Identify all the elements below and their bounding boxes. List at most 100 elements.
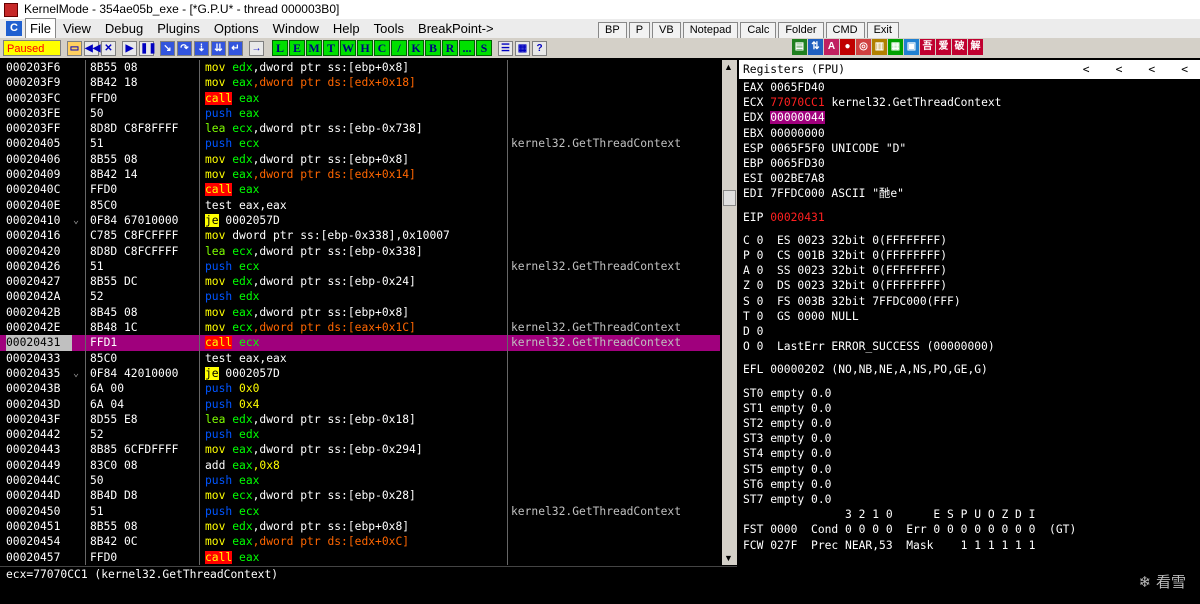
memory-window-button[interactable]: M [306, 40, 322, 56]
register-line[interactable]: O 0 LastErr ERROR_SUCCESS (00000000) [743, 339, 995, 354]
trace-into-icon[interactable]: ⇣ [194, 40, 209, 56]
open-icon[interactable]: ▭ [67, 40, 82, 56]
scroll-down-icon[interactable]: ▼ [724, 553, 733, 563]
register-line[interactable]: ST7 empty 0.0 [743, 492, 831, 507]
menu-tools[interactable]: Tools [367, 19, 411, 38]
handles-window-button[interactable]: H [357, 40, 373, 56]
register-line[interactable]: EBP 0065FD30 [743, 156, 825, 171]
disasm-row[interactable]: 0002044D 8B4D D8 mov ecx,dword ptr ss:[ebp… [0, 488, 720, 503]
register-line[interactable]: ST3 empty 0.0 [743, 431, 831, 446]
disasm-row[interactable]: 0002042A 52 push edx [0, 289, 720, 304]
scroll-up-icon[interactable]: ▲ [724, 62, 733, 72]
bp-button[interactable]: BP [598, 22, 627, 39]
grid-icon[interactable]: ▦ [515, 40, 530, 56]
disasm-row[interactable]: 00020405 51 push ecx kernel32.GetThreadCont… [0, 136, 720, 151]
trace-over-icon[interactable]: ⇊ [211, 40, 226, 56]
disasm-row[interactable]: 00020433 85C0 test eax,eax [0, 351, 720, 366]
plugin-icon-8[interactable]: ▣ [904, 39, 919, 55]
references-window-button[interactable]: R [442, 40, 458, 56]
registers-header[interactable]: Registers (FPU) < < < < [739, 60, 1200, 79]
disasm-row[interactable]: 0002040C FFD0 call eax [0, 182, 720, 197]
exit-button[interactable]: Exit [866, 22, 899, 39]
run-icon[interactable]: ▶ [122, 40, 137, 56]
disasm-row[interactable]: 00020427 8B55 DC mov edx,dword ptr ss:[ebp… [0, 274, 720, 289]
menu-window[interactable]: Window [266, 19, 326, 38]
register-line[interactable]: T 0 GS 0000 NULL [743, 309, 859, 324]
plugin-icon-10[interactable]: 爱 [936, 39, 951, 55]
disasm-row[interactable]: 00020442 52 push edx [0, 427, 720, 442]
disasm-row[interactable]: 0002043B 6A 00 push 0x0 [0, 381, 720, 396]
folder-button[interactable]: Folder [778, 22, 824, 39]
source-window-button[interactable]: S [476, 40, 492, 56]
menu-help[interactable]: Help [326, 19, 367, 38]
disasm-row[interactable]: 00020449 83C0 08 add eax,0x8 [0, 458, 720, 473]
disasm-row[interactable]: 00020426 51 push ecx kernel32.GetThreadCont… [0, 259, 720, 274]
disasm-row[interactable]: 000203F9 8B42 18 mov eax,dword ptr ds:[edx… [0, 75, 720, 90]
register-line[interactable]: ST4 empty 0.0 [743, 446, 831, 461]
register-line[interactable]: C 0 ES 0023 32bit 0(FFFFFFFF) [743, 233, 947, 248]
plugin-icon-9[interactable]: 吾 [920, 39, 935, 55]
plugin-icon-4[interactable]: ● [840, 39, 855, 55]
disasm-row[interactable]: 0002042E 8B48 1C mov ecx,dword ptr ds:[eax… [0, 320, 720, 335]
register-line[interactable]: ST2 empty 0.0 [743, 416, 831, 431]
disasm-row[interactable]: 00020410 ⌄ 0F84 67010000 je 0002057D [0, 213, 720, 228]
disasm-row[interactable]: 000203FE 50 push eax [0, 106, 720, 121]
disassembly-scrollbar[interactable]: ▲ ▼ [722, 60, 737, 565]
register-line[interactable]: S 0 FS 003B 32bit 7FFDC000(FFF) [743, 294, 961, 309]
step-into-icon[interactable]: ↘ [160, 40, 175, 56]
log-window-button[interactable]: L [272, 40, 288, 56]
register-line[interactable]: D 0 [743, 324, 763, 339]
scroll-thumb[interactable] [723, 190, 736, 206]
chevron-left-icon[interactable]: < [1181, 63, 1188, 76]
disasm-row[interactable]: 00020416 C785 C8FCFFFF mov dword ptr ss:[e… [0, 228, 720, 243]
register-line[interactable]: EBX 00000000 [743, 126, 825, 141]
menu-file[interactable]: File [25, 18, 56, 39]
register-line[interactable]: EDX 00000044 [743, 110, 825, 125]
register-line[interactable]: A 0 SS 0023 32bit 0(FFFFFFFF) [743, 263, 947, 278]
register-line[interactable]: ST5 empty 0.0 [743, 462, 831, 477]
register-line[interactable]: ECX 77070CC1 kernel32.GetThreadContext [743, 95, 1001, 110]
disasm-row[interactable]: 00020406 8B55 08 mov edx,dword ptr ss:[ebp… [0, 152, 720, 167]
help-icon[interactable]: ? [532, 40, 547, 56]
vb-button[interactable]: VB [652, 22, 681, 39]
register-line[interactable]: FCW 027F Prec NEAR,53 Mask 1 1 1 1 1 1 [743, 538, 1035, 553]
register-line[interactable]: ESI 002BE7A8 [743, 171, 825, 186]
register-line[interactable]: EIP 00020431 [743, 210, 825, 225]
register-line[interactable]: EFL 00000202 (NO,NB,NE,A,NS,PO,GE,G) [743, 362, 988, 377]
disasm-row[interactable]: 0002044C 50 push eax [0, 473, 720, 488]
registers-pane[interactable]: Registers (FPU) < < < < EAX 0065FD40 ECX 770… [739, 60, 1200, 604]
disasm-row[interactable]: 00020435 ⌄ 0F84 42010000 je 0002057D [0, 366, 720, 381]
disasm-row[interactable]: 0002043F 8D55 E8 lea edx,dword ptr ss:[ebp… [0, 412, 720, 427]
disasm-row[interactable]: 000203FF 8D8D C8F8FFFF lea ecx,dword ptr s… [0, 121, 720, 136]
plugin-icon-5[interactable]: ◎ [856, 39, 871, 55]
register-line[interactable]: ESP 0065F5F0 UNICODE "D" [743, 141, 906, 156]
plugin-icon-6[interactable]: ▥ [872, 39, 887, 55]
calc-button[interactable]: Calc [740, 22, 777, 39]
windows-window-button[interactable]: W [340, 40, 356, 56]
register-line[interactable]: P 0 CS 001B 32bit 0(FFFFFFFF) [743, 248, 947, 263]
step-over-icon[interactable]: ↷ [177, 40, 192, 56]
disasm-row[interactable]: 000203FC FFD0 call eax [0, 91, 720, 106]
disassembly-pane[interactable]: 000203F6 8B55 08 mov edx,dword ptr ss:[ebp… [0, 60, 720, 565]
chevron-left-icon[interactable]: < [1116, 63, 1123, 76]
threads-window-button[interactable]: T [323, 40, 339, 56]
disasm-row[interactable]: 00020454 8B42 0C mov eax,dword ptr ds:[edx… [0, 534, 720, 549]
call-stack-window-button[interactable]: K [408, 40, 424, 56]
menu-breakpoint[interactable]: BreakPoint-> [411, 19, 501, 38]
disasm-row[interactable]: 0002042B 8B45 08 mov eax,dword ptr ss:[ebp… [0, 305, 720, 320]
patches-window-button[interactable]: / [391, 40, 407, 56]
register-line[interactable]: 3 2 1 0 E S P U O Z D I [743, 507, 1035, 522]
pause-icon[interactable]: ❚❚ [139, 40, 157, 56]
disasm-row[interactable]: 00020457 FFD0 call eax [0, 550, 720, 565]
breakpoints-window-button[interactable]: B [425, 40, 441, 56]
register-line[interactable]: EDI 7FFDC000 ASCII "酏e" [743, 186, 904, 201]
plugin-icon-7[interactable]: ▦ [888, 39, 903, 55]
disasm-row[interactable]: 00020409 8B42 14 mov eax,dword ptr ds:[edx… [0, 167, 720, 182]
execute-till-return-icon[interactable]: ↵ [228, 40, 243, 56]
disasm-row[interactable]: 0002040E 85C0 test eax,eax [0, 198, 720, 213]
register-line[interactable]: ST1 empty 0.0 [743, 401, 831, 416]
disasm-row[interactable]: 00020420 8D8D C8FCFFFF lea ecx,dword ptr s… [0, 244, 720, 259]
plugin-icon-11[interactable]: 破 [952, 39, 967, 55]
modules-window-button[interactable]: E [289, 40, 305, 56]
goto-icon[interactable]: → [249, 40, 264, 56]
